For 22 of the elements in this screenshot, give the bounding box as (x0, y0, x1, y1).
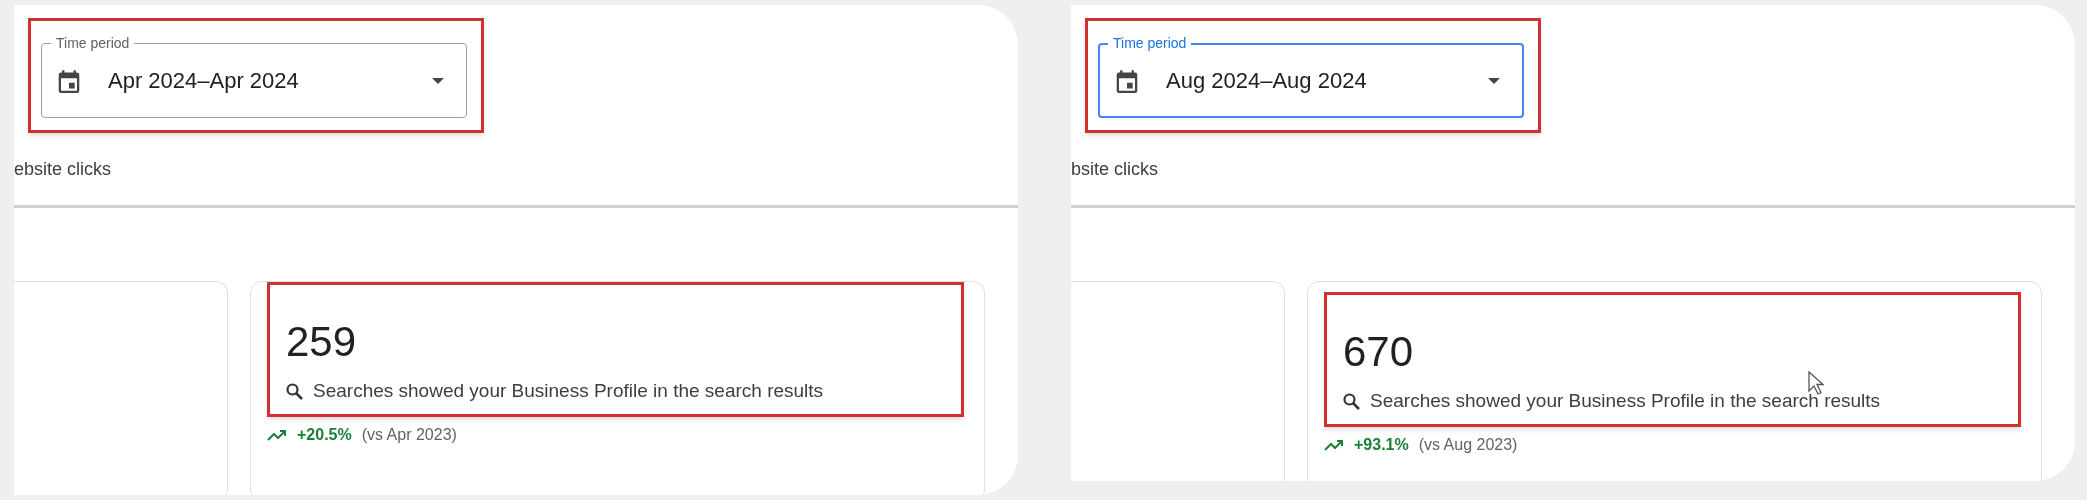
calendar-icon (58, 68, 80, 93)
metric-description: Searches showed your Business Profile in the search results (1370, 389, 1881, 413)
caret-icon (432, 77, 444, 84)
comparison-text: (vs Apr 2023) (361, 424, 457, 445)
metric-value: 670 (1343, 327, 1415, 377)
change-percent: +93.1% (1354, 434, 1409, 455)
field-label: Time period (1108, 34, 1192, 52)
field-value: Apr 2024–Apr 2024 (108, 67, 300, 95)
trend-up-icon (267, 428, 287, 441)
trend-up-icon (1324, 438, 1344, 451)
metric-value: 259 (286, 317, 358, 367)
caret-icon (1488, 77, 1500, 84)
search-icon (1343, 392, 1360, 410)
field-value: Aug 2024–Aug 2024 (1166, 67, 1368, 95)
tab-label[interactable]: bsite clicks (1071, 155, 1159, 183)
search-icon (286, 382, 303, 400)
field-label: Time period (51, 34, 135, 52)
comparison-text: (vs Aug 2023) (1418, 434, 1518, 455)
tab-label[interactable]: ebsite clicks (14, 155, 112, 183)
calendar-icon (1116, 68, 1138, 93)
metric-description: Searches showed your Business Profile in the search results (313, 379, 824, 403)
change-percent: +20.5% (297, 424, 352, 445)
